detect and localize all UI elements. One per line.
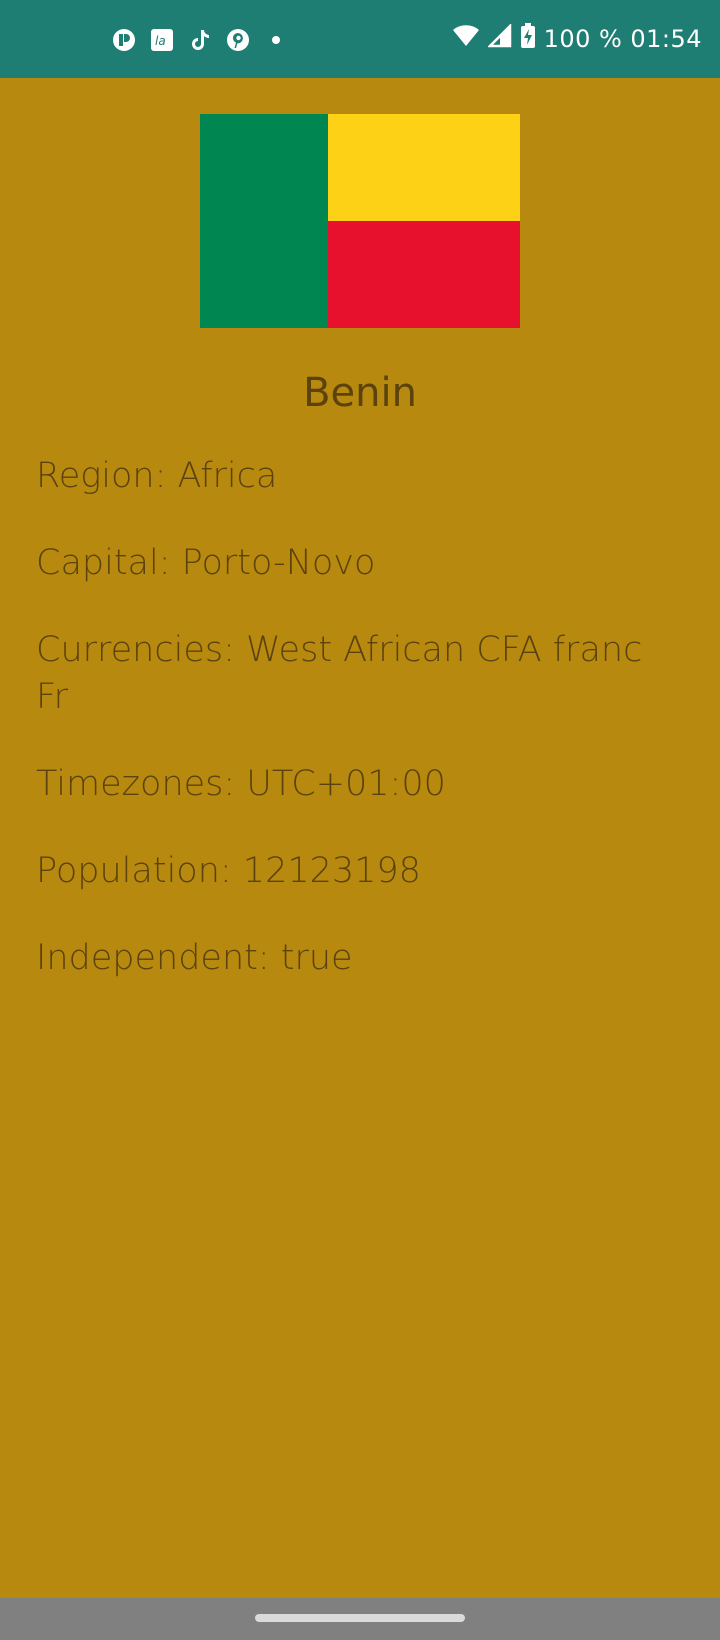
battery-percentage: 100 % bbox=[543, 25, 623, 53]
app-notification-icon bbox=[112, 28, 136, 52]
independent-label: Independent: true bbox=[36, 938, 353, 978]
timezones-label: Timezones: UTC+01:00 bbox=[36, 764, 446, 804]
currencies-label: Currencies: West African CFA franc Fr bbox=[36, 630, 643, 717]
la-icon: la bbox=[150, 28, 174, 52]
system-status: 100 % 01:54 bbox=[452, 22, 702, 56]
battery-charging-icon bbox=[520, 23, 536, 55]
flag-green-stripe bbox=[200, 114, 328, 328]
svg-text:la: la bbox=[155, 34, 166, 48]
signal-icon bbox=[486, 22, 512, 54]
country-detail: Benin Region: Africa Capital: Porto-Novo… bbox=[0, 78, 720, 1598]
clock: 01:54 bbox=[630, 25, 702, 53]
country-name: Benin bbox=[303, 370, 417, 416]
wifi-icon bbox=[452, 24, 480, 54]
tiktok-icon bbox=[188, 28, 212, 52]
dot-icon bbox=[264, 28, 288, 52]
home-gesture-handle[interactable] bbox=[255, 1614, 465, 1622]
country-flag bbox=[200, 114, 520, 328]
status-bar: la 100 % 01:54 bbox=[0, 0, 720, 78]
flag-yellow-band bbox=[328, 114, 520, 221]
region-label: Region: Africa bbox=[36, 456, 278, 496]
capital-label: Capital: Porto-Novo bbox=[36, 543, 376, 583]
notification-icons: la bbox=[112, 26, 288, 54]
pinterest-icon bbox=[226, 28, 250, 52]
population-label: Population: 12123198 bbox=[36, 851, 421, 891]
navigation-bar bbox=[0, 1598, 720, 1640]
country-info-list: Region: Africa Capital: Porto-Novo Curre… bbox=[36, 453, 676, 1022]
flag-red-band bbox=[328, 221, 520, 328]
